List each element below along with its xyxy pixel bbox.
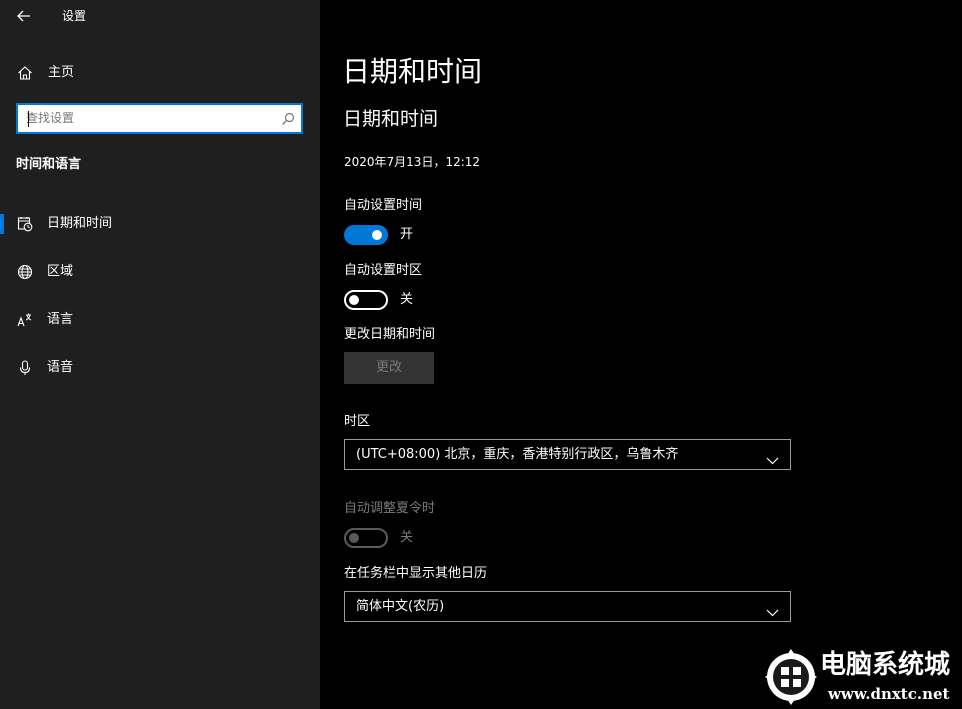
watermark-title: 电脑系统城 [820, 650, 951, 680]
sidebar-section-heading: 时间和语言 [16, 157, 82, 172]
section-title: 日期和时间 [343, 108, 439, 130]
auto-time-label: 自动设置时间 [344, 198, 423, 213]
toggle-knob [372, 230, 382, 240]
back-arrow-icon [17, 10, 30, 22]
chevron-down-icon [766, 450, 779, 469]
current-datetime: 2020年7月13日，12:12 [344, 155, 481, 169]
auto-timezone-label: 自动设置时区 [344, 263, 423, 278]
extra-calendar-value: 简体中文(农历) [356, 599, 445, 614]
back-button[interactable] [8, 2, 40, 30]
dst-toggle[interactable] [344, 528, 388, 548]
text-cursor [28, 111, 29, 127]
title-bar: 设置 [0, 0, 320, 32]
chevron-down-icon [766, 602, 779, 621]
watermark-url: www.dnxtc.net [828, 685, 950, 703]
dst-label: 自动调整夏令时 [344, 501, 436, 516]
sidebar-item-label: 语音 [47, 360, 74, 375]
timezone-label: 时区 [344, 414, 371, 429]
change-datetime-label: 更改日期和时间 [344, 327, 436, 342]
selected-indicator [0, 214, 4, 234]
timezone-value: (UTC+08:00) 北京，重庆，香港特别行政区，乌鲁木齐 [356, 447, 679, 462]
dst-state: 关 [400, 530, 414, 545]
sidebar-item-home[interactable]: 主页 [0, 58, 320, 88]
sidebar-item-language[interactable]: 语言 [0, 303, 320, 337]
calendar-clock-icon [17, 216, 33, 236]
watermark-logo-icon [765, 649, 817, 705]
sidebar-item-date-time[interactable]: 日期和时间 [0, 207, 320, 241]
sidebar-item-region[interactable]: 区域 [0, 255, 320, 289]
search-box[interactable] [16, 103, 303, 134]
settings-window: 设置 主页 时间和语言 [0, 0, 962, 709]
sidebar-item-label: 日期和时间 [47, 216, 113, 231]
language-icon [17, 312, 33, 332]
watermark: 电脑系统城 www.dnxtc.net [762, 645, 962, 709]
page-title: 日期和时间 [342, 55, 483, 88]
globe-icon [17, 264, 33, 284]
microphone-icon [17, 360, 33, 380]
toggle-knob [349, 533, 359, 543]
change-datetime-button[interactable]: 更改 [344, 352, 434, 384]
toggle-knob [349, 295, 359, 305]
main-panel: 日期和时间 日期和时间 2020年7月13日，12:12 自动设置时间 开 自动… [320, 0, 962, 709]
search-input[interactable] [26, 108, 266, 128]
extra-calendar-label: 在任务栏中显示其他日历 [344, 566, 488, 581]
auto-timezone-toggle[interactable] [344, 290, 388, 310]
auto-timezone-state: 关 [400, 292, 414, 307]
sidebar-item-label: 主页 [48, 65, 75, 80]
sidebar-item-label: 区域 [47, 264, 74, 279]
home-icon [17, 65, 33, 85]
sidebar: 设置 主页 时间和语言 [0, 0, 320, 709]
sidebar-item-label: 语言 [47, 312, 74, 327]
auto-time-toggle[interactable] [344, 225, 388, 245]
timezone-dropdown[interactable]: (UTC+08:00) 北京，重庆，香港特别行政区，乌鲁木齐 [344, 439, 791, 470]
sidebar-item-speech[interactable]: 语音 [0, 351, 320, 385]
extra-calendar-dropdown[interactable]: 简体中文(农历) [344, 591, 791, 622]
app-title: 设置 [62, 9, 87, 23]
auto-time-state: 开 [400, 227, 414, 242]
search-icon[interactable] [281, 111, 295, 130]
